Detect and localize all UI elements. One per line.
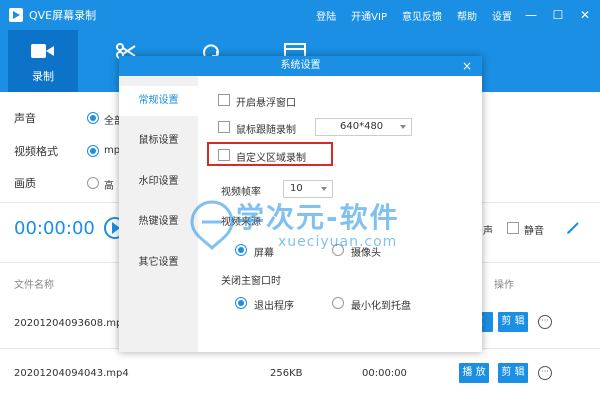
menu-vip[interactable]: 开通VIP [351, 8, 387, 23]
minimize-button[interactable]: — [519, 0, 543, 30]
tab-record-label: 录制 [32, 70, 54, 83]
pen-icon[interactable] [566, 221, 580, 235]
edit-button[interactable]: 剪 辑 [498, 312, 528, 332]
highlight-annotation [207, 142, 333, 166]
more-options-icon[interactable]: ··· [538, 366, 552, 380]
source-screen-label: 屏幕 [254, 248, 274, 259]
sidebar-item-hotkeys[interactable]: 热键设置 [119, 207, 198, 237]
file-name: 20201204093608.mp4 [14, 318, 129, 329]
close-button[interactable]: ✕ [573, 0, 597, 30]
mute-label: 静音 [524, 226, 544, 237]
dialog-header: 系统设置 × [119, 56, 482, 76]
mouse-follow-checkbox[interactable] [218, 121, 230, 133]
minimize-tray-radio[interactable] [332, 297, 344, 309]
more-options-icon[interactable]: ··· [538, 315, 552, 329]
chevron-down-icon [321, 187, 327, 191]
exit-program-radio[interactable] [235, 297, 247, 309]
app-title: QVE屏幕录制 [29, 9, 97, 22]
recording-timer: 00:00:00 [14, 218, 95, 239]
col-file-name: 文件名称 [14, 280, 54, 291]
mouse-follow-size-value: 640*480 [340, 121, 384, 132]
title-bar: QVE屏幕录制 登陆 开通VIP 意见反馈 帮助 设置 — ☐ ✕ [0, 0, 600, 30]
file-size: 256KB [270, 368, 303, 379]
sidebar-item-general[interactable]: 常规设置 [119, 86, 198, 116]
edit-button[interactable]: 剪 辑 [498, 363, 528, 383]
close-main-label: 关闭主窗口时 [221, 276, 281, 287]
menu-settings[interactable]: 设置 [492, 8, 512, 23]
dialog-sidebar: 常规设置 鼠标设置 水印设置 热键设置 其它设置 [119, 76, 198, 352]
format-radio[interactable] [87, 145, 99, 157]
chevron-down-icon [400, 125, 406, 129]
quality-radio[interactable] [87, 177, 99, 189]
play-button[interactable]: 播 放 [459, 363, 489, 383]
menu-feedback[interactable]: 意见反馈 [402, 8, 442, 23]
settings-dialog: 系统设置 × 常规设置 鼠标设置 水印设置 热键设置 其它设置 开启悬浮窗口 鼠… [119, 56, 482, 352]
format-label: 视频格式 [14, 145, 58, 158]
mouse-follow-label: 鼠标跟随录制 [236, 125, 296, 136]
fps-value: 10 [290, 183, 303, 194]
file-name: 20201204094043.mp4 [14, 368, 129, 379]
menu-help[interactable]: 帮助 [457, 8, 477, 23]
sidebar-item-other[interactable]: 其它设置 [119, 248, 198, 278]
fps-label: 视频帧率 [221, 187, 261, 198]
sound-radio[interactable] [87, 112, 99, 124]
camera-icon [31, 42, 55, 60]
app-logo-icon [9, 8, 23, 22]
file-duration: 00:00:00 [362, 368, 407, 379]
sidebar-item-watermark[interactable]: 水印设置 [119, 167, 198, 197]
maximize-button[interactable]: ☐ [546, 0, 570, 30]
sidebar-item-mouse[interactable]: 鼠标设置 [119, 126, 198, 156]
source-camera-radio[interactable] [332, 244, 344, 256]
minimize-tray-label: 最小化到托盘 [351, 301, 411, 312]
source-screen-radio[interactable] [235, 244, 247, 256]
fps-select[interactable]: 10 [283, 180, 333, 198]
mouse-follow-size-select[interactable]: 640*480 [315, 118, 412, 136]
top-menu: 登陆 开通VIP 意见反馈 帮助 设置 [316, 0, 512, 30]
tab-record[interactable]: 录制 [8, 30, 78, 92]
quality-option: 高 [104, 181, 114, 192]
mute-checkbox[interactable] [507, 222, 519, 234]
dialog-content: 开启悬浮窗口 鼠标跟随录制 640*480 自定义区域录制 视频帧率 10 视频… [198, 76, 482, 352]
dialog-title: 系统设置 [280, 60, 321, 71]
floating-window-checkbox[interactable] [218, 94, 230, 106]
mic-text: 声 [483, 226, 493, 237]
floating-window-label: 开启悬浮窗口 [236, 98, 296, 109]
source-label: 视频来源 [221, 217, 261, 228]
dialog-close-button[interactable]: × [460, 56, 474, 76]
col-actions: 操作 [494, 280, 514, 291]
quality-label: 画质 [14, 177, 36, 190]
menu-login[interactable]: 登陆 [316, 8, 336, 23]
sound-label: 声音 [14, 112, 36, 125]
exit-program-label: 退出程序 [254, 301, 294, 312]
source-camera-label: 摄像头 [351, 248, 381, 259]
